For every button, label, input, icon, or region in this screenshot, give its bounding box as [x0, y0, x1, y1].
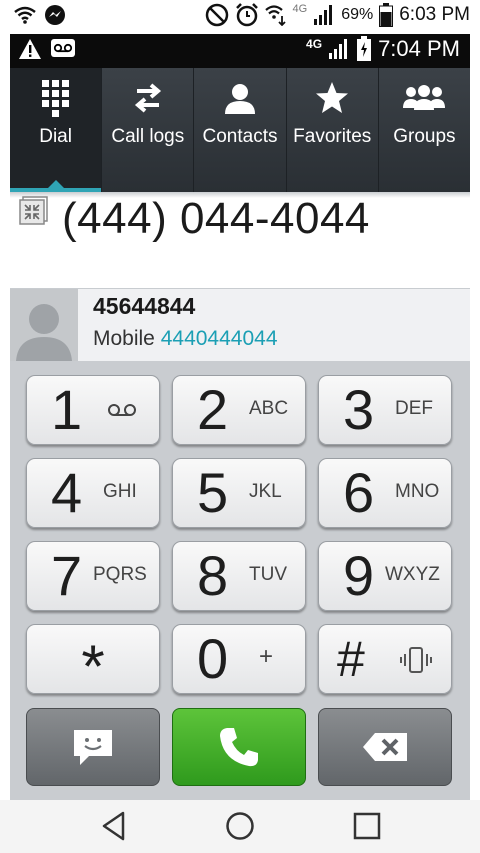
contacts-icon — [225, 84, 255, 114]
key-digit: 4 — [51, 461, 83, 524]
default-avatar-icon — [10, 289, 78, 361]
call-button[interactable] — [172, 708, 306, 786]
key-6[interactable]: 6 MNO — [318, 458, 452, 528]
alarm-icon — [235, 3, 258, 27]
contact-name: 45644844 — [93, 293, 196, 319]
voicemail-icon — [51, 39, 75, 57]
outer-clock: 6:03 PM — [399, 4, 470, 25]
dialpad-icon — [41, 80, 69, 117]
vibrate-icon — [400, 647, 432, 673]
voicemail-icon — [108, 404, 136, 416]
key-3[interactable]: 3 DEF — [318, 375, 452, 445]
star-icon — [316, 82, 349, 113]
dialed-number[interactable]: (444) 044-4044 — [62, 194, 370, 244]
navigation-bar — [0, 800, 480, 853]
phone-type-label: Mobile — [93, 327, 155, 350]
home-icon[interactable] — [224, 810, 256, 842]
phone-icon — [220, 728, 258, 767]
tab-groups[interactable]: Groups — [379, 68, 470, 192]
outer-status-bar: 4G 69% 6:03 PM — [0, 0, 480, 34]
back-icon[interactable] — [99, 810, 129, 842]
messenger-icon — [45, 5, 65, 25]
battery-percent: 69% — [341, 6, 374, 23]
key-7[interactable]: 7 PQRS — [26, 541, 160, 611]
inner-status-bar: 4G 7:04 PM — [10, 34, 470, 68]
key-letters: ABC — [249, 398, 289, 419]
backspace-button[interactable] — [318, 708, 452, 786]
tab-favorites[interactable]: Favorites — [287, 68, 379, 192]
key-digit: 1 — [51, 378, 83, 441]
key-letters: JKL — [249, 481, 282, 502]
inner-network-type: 4G — [306, 37, 323, 51]
wifi-icon — [14, 6, 36, 24]
key-digit: * — [81, 633, 105, 700]
phone-app-screen: 4G 7:04 PM Dial Call logs Contacts Favor… — [10, 34, 470, 800]
message-icon — [74, 730, 112, 765]
key-digit: 5 — [197, 461, 229, 524]
avatar — [10, 289, 78, 361]
tab-label: Contacts — [202, 126, 278, 147]
recent-apps-icon[interactable] — [352, 810, 382, 842]
groups-icon — [403, 85, 446, 110]
key-5[interactable]: 5 JKL — [172, 458, 306, 528]
expand-number-icon[interactable] — [19, 196, 49, 226]
charging-battery-icon — [357, 36, 372, 61]
key-hash[interactable]: # — [318, 624, 452, 694]
key-digit: 7 — [51, 544, 83, 607]
key-8[interactable]: 8 TUV — [172, 541, 306, 611]
active-tab-caret — [47, 180, 64, 188]
warning-icon — [19, 39, 41, 59]
dialpad: 1 2 ABC 3 DEF 4 GHI 5 JKL 6 MNO 7 PQRS 8… — [10, 361, 470, 800]
inner-clock: 7:04 PM — [378, 36, 460, 61]
tab-contacts[interactable]: Contacts — [194, 68, 287, 192]
key-digit: 3 — [343, 378, 375, 441]
tab-label: Dial — [39, 126, 72, 147]
tab-label: Call logs — [111, 126, 185, 147]
key-digit: 9 — [343, 544, 375, 607]
do-not-disturb-icon — [205, 3, 228, 27]
signal-icon — [314, 5, 333, 25]
key-letters: + — [259, 643, 274, 670]
key-9[interactable]: 9 WXYZ — [318, 541, 452, 611]
key-letters: GHI — [103, 481, 137, 502]
key-letters: MNO — [395, 481, 440, 502]
key-2[interactable]: 2 ABC — [172, 375, 306, 445]
key-digit: # — [337, 631, 365, 687]
key-0[interactable]: 0 + — [172, 624, 306, 694]
tab-bar: Dial Call logs Contacts Favorites Groups — [10, 68, 470, 192]
call-logs-icon — [134, 83, 161, 113]
key-digit: 0 — [197, 627, 229, 690]
contact-number: 4440444044 — [160, 327, 278, 350]
message-button[interactable] — [26, 708, 160, 786]
key-1[interactable]: 1 — [26, 375, 160, 445]
network-type-label: 4G — [292, 3, 308, 15]
tab-label: Favorites — [293, 126, 372, 147]
tab-call-logs[interactable]: Call logs — [102, 68, 195, 192]
battery-icon — [379, 3, 394, 27]
key-4[interactable]: 4 GHI — [26, 458, 160, 528]
contact-suggestion[interactable]: 45644844 Mobile 4440444044 — [10, 288, 470, 362]
key-digit: 6 — [343, 461, 375, 524]
key-letters: WXYZ — [385, 564, 440, 585]
key-digit: 2 — [197, 378, 229, 441]
key-star[interactable]: * — [26, 624, 160, 699]
key-letters: TUV — [249, 564, 287, 585]
tab-dial[interactable]: Dial — [10, 68, 103, 192]
key-letters: PQRS — [93, 564, 147, 585]
tab-label: Groups — [393, 126, 456, 147]
key-letters: DEF — [395, 398, 433, 419]
key-digit: 8 — [197, 544, 229, 607]
wifi-transfer-icon — [264, 5, 286, 26]
backspace-icon — [363, 733, 407, 761]
contact-detail: Mobile 4440444044 — [93, 327, 278, 351]
inner-signal-icon — [329, 39, 348, 59]
